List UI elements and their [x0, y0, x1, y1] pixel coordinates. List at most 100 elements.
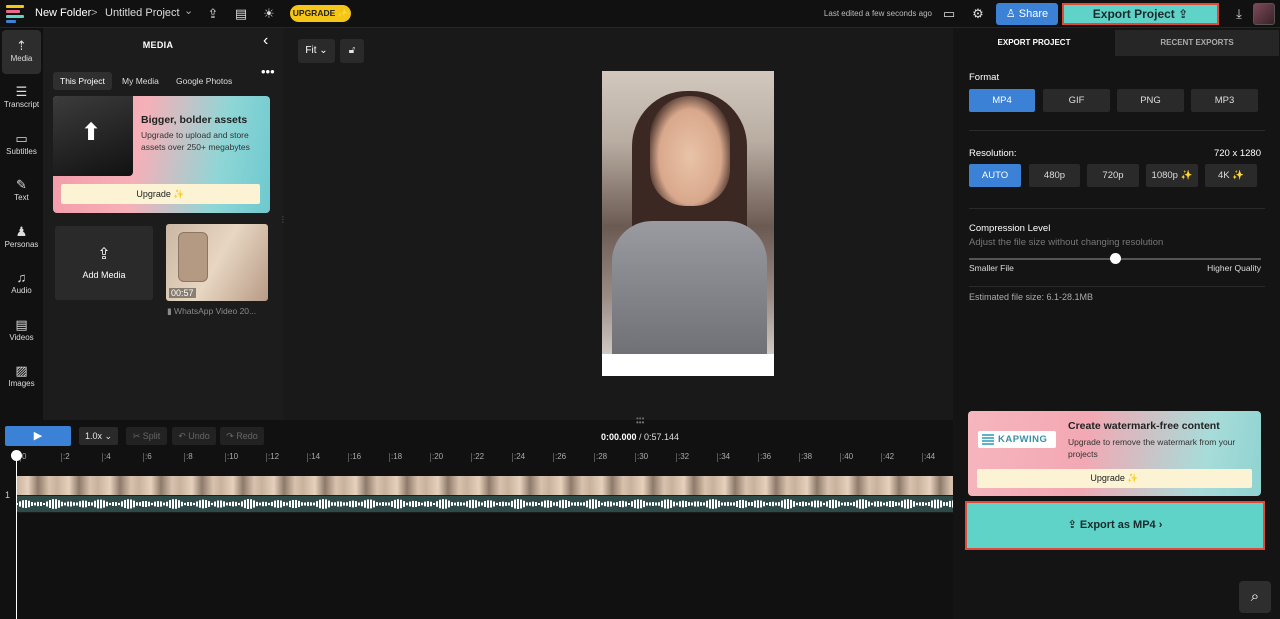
add-media-label: Add Media [82, 270, 126, 280]
project-chevron-icon[interactable]: ⌄ [184, 4, 193, 17]
rail-item-audio[interactable]: ♫ Audio [0, 262, 43, 306]
video-track[interactable] [16, 476, 953, 513]
format-gif-button[interactable]: GIF [1043, 89, 1110, 112]
video-preview[interactable] [602, 71, 774, 376]
unlock-icon[interactable]: 🔓︎ [340, 39, 364, 63]
estimated-file-size: Estimated file size: 6.1-28.1MB [969, 292, 1094, 302]
export-icon: ⇪ [1178, 7, 1189, 21]
export-as-mp4-button[interactable]: ⇪ Export as MP4 › [965, 501, 1265, 550]
panel-title: MEDIA [142, 40, 174, 50]
media-panel: MEDIA ‹ This Project My Media Google Pho… [43, 28, 283, 420]
timeline-resize-handle-icon[interactable]: ••• [636, 418, 644, 427]
lightbulb-icon[interactable]: ☀ [260, 5, 278, 23]
timeline-tick: :34 [716, 452, 731, 462]
tab-export-project[interactable]: EXPORT PROJECT [955, 30, 1113, 56]
timeline-tick: :40 [839, 452, 854, 462]
project-title[interactable]: Untitled Project [105, 7, 180, 19]
timeline-tick: :24 [511, 452, 526, 462]
track-number: 1 [5, 490, 11, 500]
tab-this-project[interactable]: This Project [53, 72, 112, 90]
playhead-handle[interactable] [11, 450, 22, 461]
timeline-tick: :36 [757, 452, 772, 462]
redo-button[interactable]: ↷ Redo [220, 427, 264, 445]
kapwing-brand-logo: KAPWING [978, 431, 1056, 448]
rail-label-videos: Videos [9, 333, 34, 342]
promo-upgrade-button[interactable]: Upgrade ✨ [61, 184, 260, 204]
watermark-promo-card: KAPWING Create watermark-free content Up… [968, 411, 1261, 496]
collapse-panel-icon[interactable]: ‹ [263, 32, 268, 50]
resolution-1080p-button[interactable]: 1080p ✨ [1146, 164, 1198, 187]
play-button[interactable]: ▶ [5, 426, 71, 446]
search-icon[interactable]: ⌕ [1239, 581, 1271, 613]
format-mp3-button[interactable]: MP3 [1191, 89, 1258, 112]
subtitles-icon[interactable]: ▤ [232, 5, 250, 23]
preview-canvas: Fit ⌄ 🔓︎ ••• [284, 28, 952, 423]
total-time: / 0:57.144 [639, 432, 680, 442]
resolution-auto-button[interactable]: AUTO [969, 164, 1021, 187]
rail-item-subtitles[interactable]: ▭ Subtitles [0, 123, 43, 167]
rail-item-text[interactable]: ✎ Text [0, 169, 43, 213]
text-icon: ✎ [16, 177, 27, 192]
rail-item-images[interactable]: ▨ Images [0, 355, 43, 399]
timeline-tick: :28 [593, 452, 608, 462]
download-icon[interactable]: ⤓ [1230, 5, 1248, 23]
resize-handle-icon[interactable]: ⋮ [279, 216, 287, 228]
current-time: 0:00.000 [600, 432, 637, 442]
format-mp4-button[interactable]: MP4 [969, 89, 1035, 112]
speed-label: 1.0x [84, 431, 102, 441]
rail-label-personas: Personas [4, 240, 39, 249]
breadcrumb-separator-icon: > [91, 7, 98, 19]
resolution-480p-button[interactable]: 480p [1029, 164, 1080, 187]
tab-my-media[interactable]: My Media [115, 72, 166, 90]
play-icon: ▶ [33, 430, 43, 442]
split-button[interactable]: ✂ Split [126, 427, 167, 445]
clip-name-text: WhatsApp Video 20... [174, 306, 257, 316]
tab-google-photos[interactable]: Google Photos [169, 72, 239, 90]
breadcrumb-folder[interactable]: New Folder [35, 7, 91, 19]
resolution-720p-button[interactable]: 720p [1087, 164, 1139, 187]
rail-label-audio: Audio [11, 286, 32, 295]
resolution-4k-button[interactable]: 4K ✨ [1205, 164, 1257, 187]
share-upload-icon[interactable]: ⇪ [204, 5, 222, 23]
undo-button[interactable]: ↶ Undo [172, 427, 216, 445]
export-panel: EXPORT PROJECT RECENT EXPORTS Format MP4… [953, 28, 1280, 619]
upgrade-button[interactable]: UPGRADE ✨ [290, 5, 351, 22]
more-options-icon[interactable]: ••• [261, 64, 275, 79]
phone-shape [178, 232, 208, 282]
timeline-tick: :44 [921, 452, 936, 462]
fit-label: Fit [305, 45, 317, 56]
rail-item-transcript[interactable]: ☰ Transcript [0, 76, 43, 120]
watermark-upgrade-button[interactable]: Upgrade ✨ [977, 469, 1252, 488]
media-clip-thumbnail[interactable]: 00:57 [166, 224, 268, 301]
rail-label-subtitles: Subtitles [6, 147, 37, 156]
chevron-down-icon: ⌄ [319, 45, 328, 56]
timeline-tick: :10 [224, 452, 239, 462]
export-project-button[interactable]: Export Project ⇪ [1062, 3, 1219, 25]
rail-item-videos[interactable]: ▤ Videos [0, 309, 43, 353]
upload-icon: ⇡ [16, 38, 27, 53]
comment-icon[interactable]: ▭ [940, 5, 958, 23]
avatar[interactable] [1253, 3, 1275, 25]
rail-item-personas[interactable]: ♟ Personas [0, 216, 43, 260]
timeline-tick: :32 [675, 452, 690, 462]
gear-icon[interactable]: ⚙ [969, 5, 987, 23]
speed-dropdown[interactable]: 1.0x ⌄ [79, 427, 118, 445]
timeline-tick: :6 [143, 452, 152, 462]
add-media-button[interactable]: ⇪ Add Media [55, 226, 153, 300]
subtitles-icon: ▭ [15, 131, 28, 146]
slider-max-label: Higher Quality [1207, 263, 1261, 273]
last-edited-status: Last edited a few seconds ago [823, 9, 932, 18]
promo-image: ⬆ [53, 96, 133, 176]
playhead[interactable] [16, 450, 17, 619]
format-png-button[interactable]: PNG [1117, 89, 1184, 112]
share-button[interactable]: ♙ Share [996, 3, 1058, 25]
timeline-tick: :12 [265, 452, 280, 462]
kapwing-logo-icon[interactable] [6, 5, 26, 23]
tab-recent-exports[interactable]: RECENT EXPORTS [1115, 30, 1279, 56]
chevron-down-icon: ⌄ [104, 431, 113, 441]
rail-item-media[interactable]: ⇡ Media [2, 30, 41, 74]
waveform-path [16, 499, 953, 509]
compression-slider-knob[interactable] [1110, 253, 1121, 264]
rail-label-transcript: Transcript [3, 100, 40, 109]
fit-dropdown[interactable]: Fit ⌄ [298, 39, 335, 63]
